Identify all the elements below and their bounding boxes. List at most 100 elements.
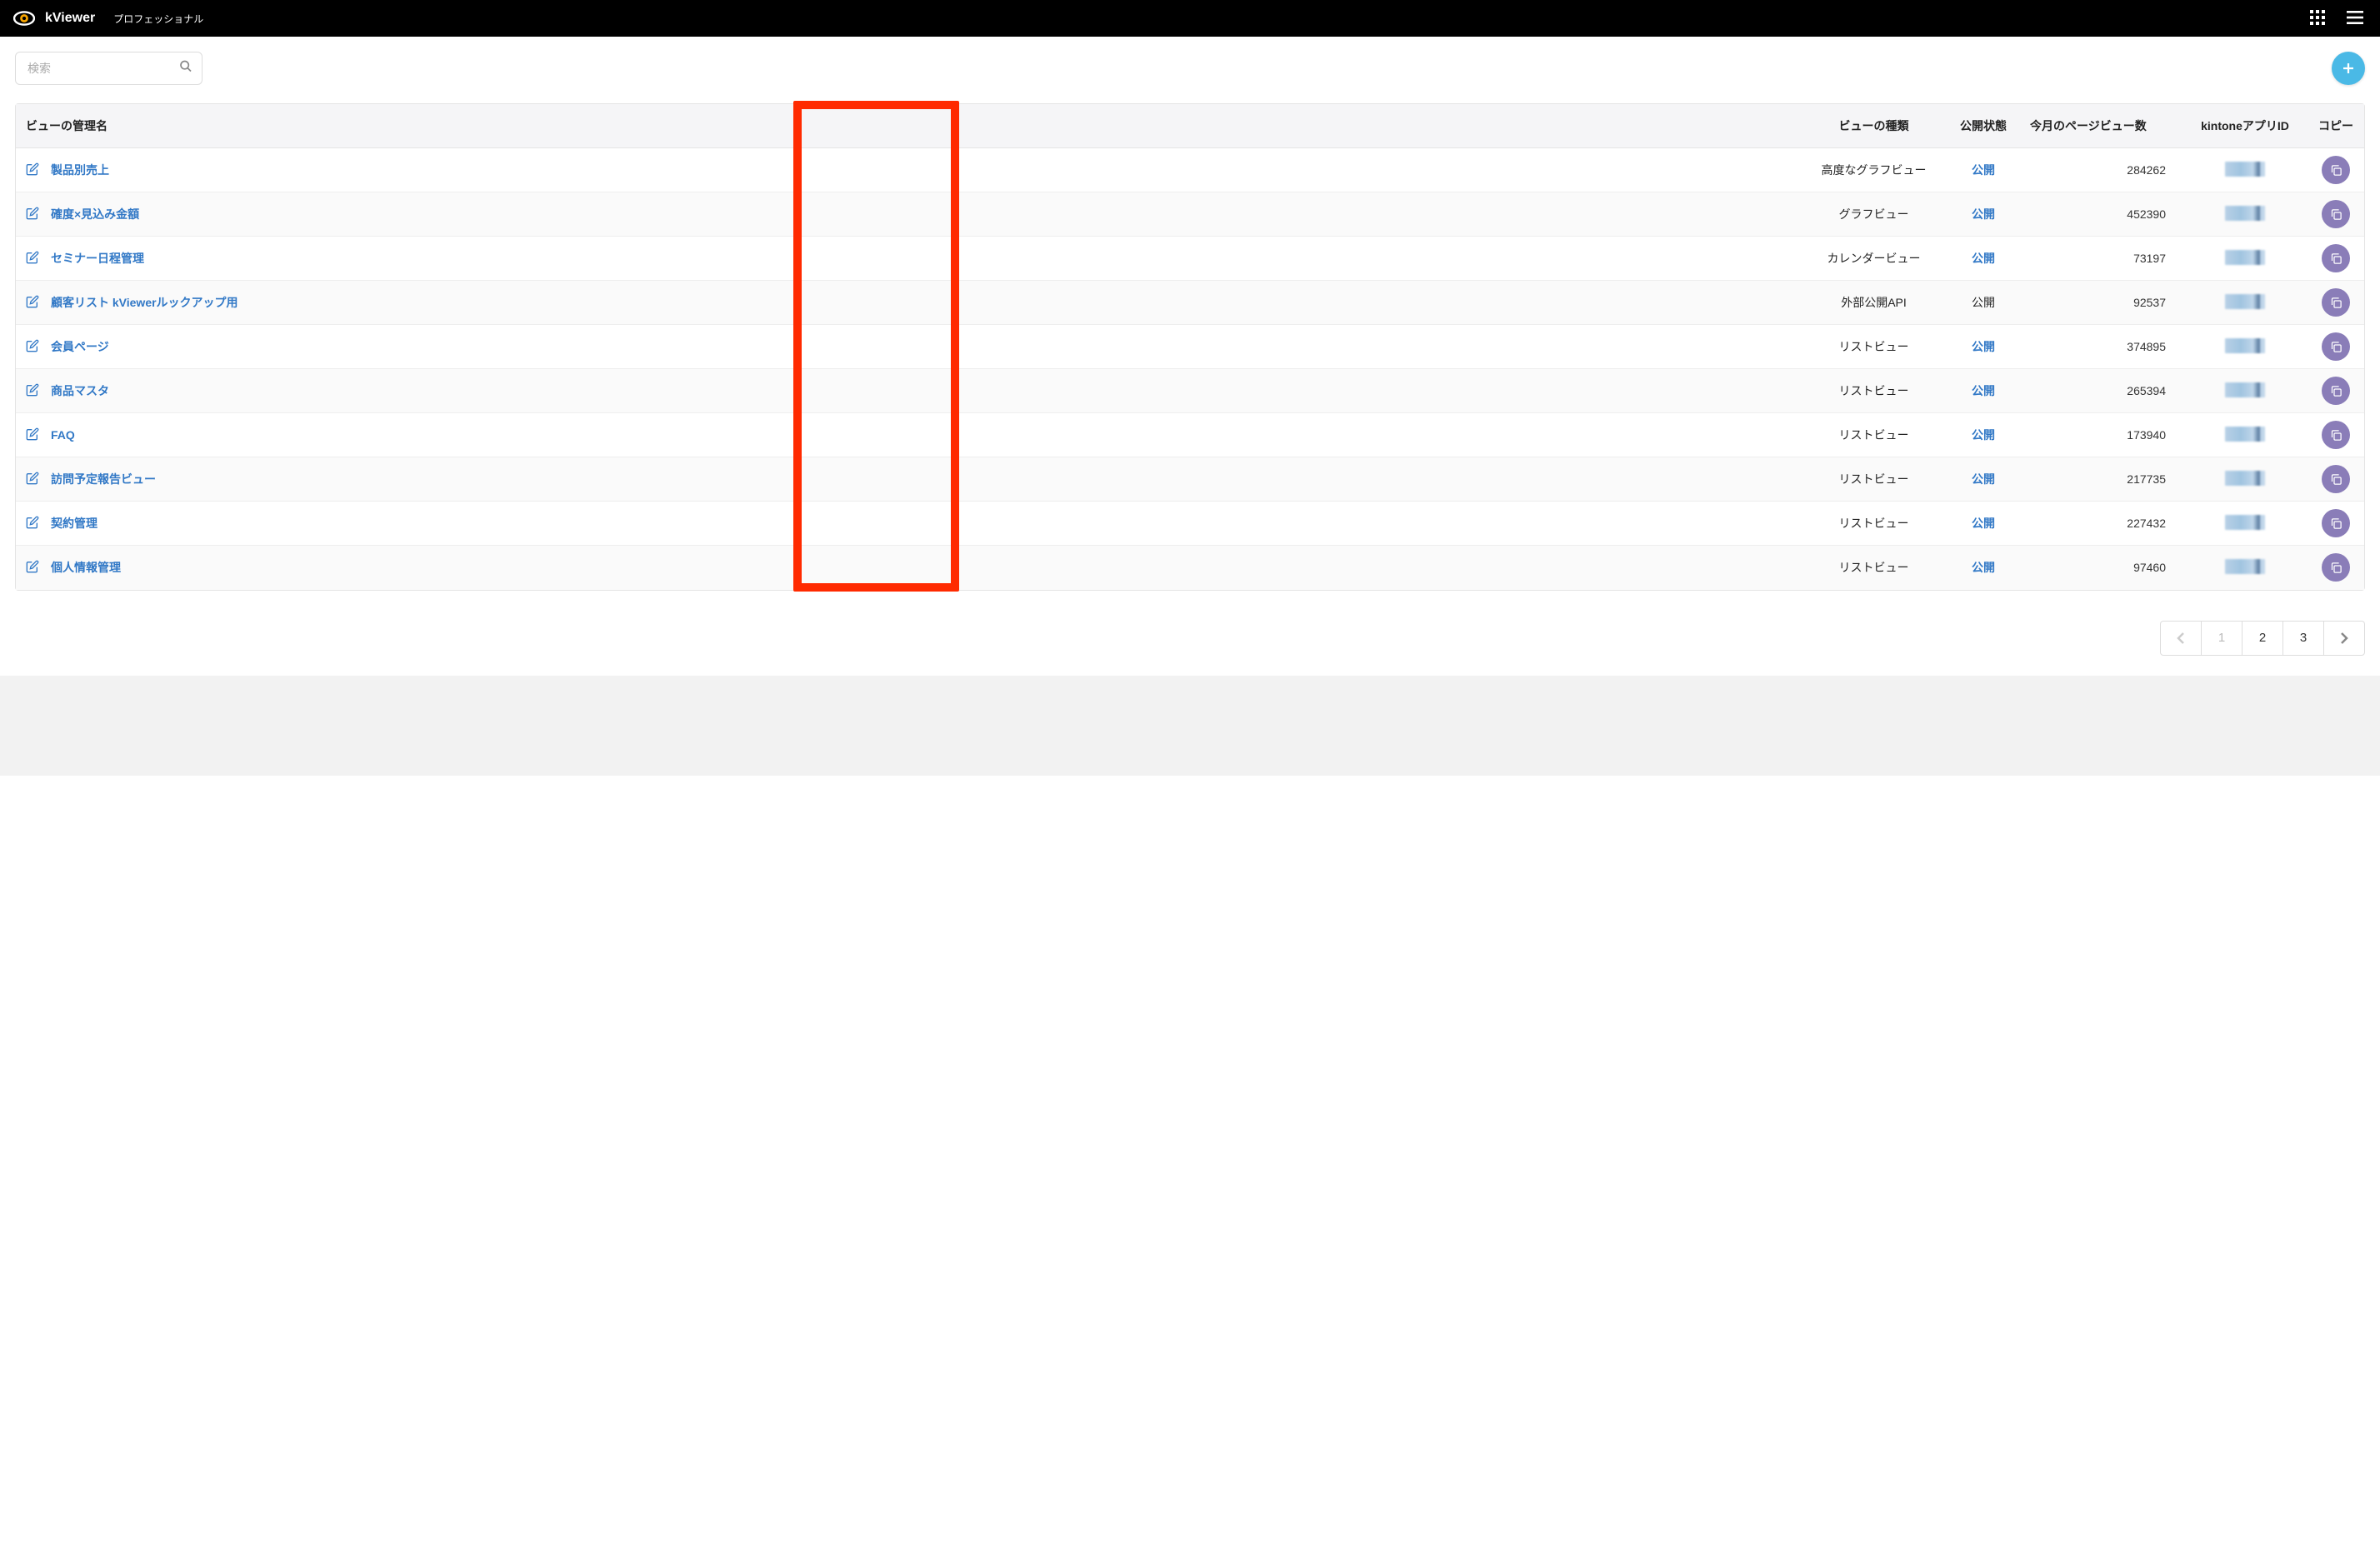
edit-icon[interactable] bbox=[26, 560, 39, 576]
publish-state-link[interactable]: 公開 bbox=[1972, 207, 1995, 221]
plan-label: プロフェッショナル bbox=[113, 12, 203, 26]
publish-state-link[interactable]: 公開 bbox=[1972, 517, 1995, 530]
publish-state-link[interactable]: 公開 bbox=[1972, 340, 1995, 353]
table-row: 顧客リスト kViewerルックアップ用 外部公開API 公開 92537 bbox=[16, 281, 2364, 325]
col-header-pageviews: 今月のページビュー数 bbox=[2020, 104, 2182, 148]
topbar: kViewer プロフェッショナル bbox=[0, 0, 2380, 37]
app-name: kViewer bbox=[45, 11, 95, 26]
search-field-wrap bbox=[15, 52, 202, 85]
pageview-count: 217735 bbox=[2020, 457, 2182, 502]
view-name-link[interactable]: セミナー日程管理 bbox=[51, 250, 144, 267]
logo-eye-icon bbox=[13, 7, 35, 29]
publish-state-link[interactable]: 公開 bbox=[1972, 384, 1995, 397]
publish-state-link[interactable]: 公開 bbox=[1972, 561, 1995, 574]
view-name-link[interactable]: 会員ページ bbox=[51, 338, 109, 355]
view-type: グラフビュー bbox=[1801, 192, 1947, 237]
edit-icon[interactable] bbox=[26, 339, 39, 355]
view-name-link[interactable]: 訪問予定報告ビュー bbox=[51, 471, 156, 487]
apps-grid-icon[interactable] bbox=[2307, 7, 2328, 31]
view-type: リストビュー bbox=[1801, 325, 1947, 369]
view-type: リストビュー bbox=[1801, 546, 1947, 590]
page-3[interactable]: 3 bbox=[2282, 621, 2324, 656]
appid-redacted bbox=[2225, 382, 2265, 397]
pageview-count: 173940 bbox=[2020, 413, 2182, 457]
appid-redacted bbox=[2225, 471, 2265, 486]
copy-button[interactable] bbox=[2322, 377, 2350, 405]
view-name-link[interactable]: 契約管理 bbox=[51, 515, 98, 532]
col-header-name: ビューの管理名 bbox=[16, 104, 1801, 148]
pagination: 123 bbox=[15, 621, 2365, 656]
view-name-link[interactable]: 顧客リスト kViewerルックアップ用 bbox=[51, 294, 238, 311]
search-icon bbox=[179, 60, 192, 77]
page-prev bbox=[2160, 621, 2202, 656]
edit-icon[interactable] bbox=[26, 251, 39, 267]
pageview-count: 92537 bbox=[2020, 281, 2182, 325]
publish-state-link[interactable]: 公開 bbox=[1972, 163, 1995, 177]
table-row: FAQ リストビュー 公開 173940 bbox=[16, 413, 2364, 457]
appid-redacted bbox=[2225, 515, 2265, 530]
appid-redacted bbox=[2225, 294, 2265, 309]
view-type: カレンダービュー bbox=[1801, 237, 1947, 281]
copy-button[interactable] bbox=[2322, 244, 2350, 272]
copy-button[interactable] bbox=[2322, 421, 2350, 449]
edit-icon[interactable] bbox=[26, 472, 39, 487]
appid-redacted bbox=[2225, 206, 2265, 221]
copy-button[interactable] bbox=[2322, 553, 2350, 582]
publish-state-text: 公開 bbox=[1972, 296, 1995, 309]
copy-button[interactable] bbox=[2322, 288, 2350, 317]
view-name-link[interactable]: 確度×見込み金額 bbox=[51, 206, 139, 222]
view-name-link[interactable]: FAQ bbox=[51, 428, 75, 442]
view-name-link[interactable]: 商品マスタ bbox=[51, 382, 109, 399]
page-2[interactable]: 2 bbox=[2242, 621, 2283, 656]
table-row: 商品マスタ リストビュー 公開 265394 bbox=[16, 369, 2364, 413]
pageview-count: 452390 bbox=[2020, 192, 2182, 237]
appid-redacted bbox=[2225, 427, 2265, 442]
view-type: リストビュー bbox=[1801, 369, 1947, 413]
publish-state-link[interactable]: 公開 bbox=[1972, 428, 1995, 442]
pageview-count: 73197 bbox=[2020, 237, 2182, 281]
appid-redacted bbox=[2225, 162, 2265, 177]
col-header-appid: kintoneアプリID bbox=[2182, 104, 2308, 148]
edit-icon[interactable] bbox=[26, 207, 39, 222]
table-row: 会員ページ リストビュー 公開 374895 bbox=[16, 325, 2364, 369]
pageview-count: 97460 bbox=[2020, 546, 2182, 590]
edit-icon[interactable] bbox=[26, 162, 39, 178]
table-row: 製品別売上高度なグラフビュー公開284262 bbox=[16, 148, 2364, 192]
edit-icon[interactable] bbox=[26, 516, 39, 532]
table-row: 訪問予定報告ビュー リストビュー 公開 217735 bbox=[16, 457, 2364, 502]
table-row: 契約管理 リストビュー 公開 227432 bbox=[16, 502, 2364, 546]
publish-state-link[interactable]: 公開 bbox=[1972, 252, 1995, 265]
table-row: セミナー日程管理 カレンダービュー 公開 73197 bbox=[16, 237, 2364, 281]
table-row: 確度×見込み金額 グラフビュー 公開 452390 bbox=[16, 192, 2364, 237]
toolbar bbox=[15, 52, 2365, 85]
hamburger-menu-icon[interactable] bbox=[2343, 7, 2367, 30]
appid-redacted bbox=[2225, 338, 2265, 353]
view-type: 外部公開API bbox=[1801, 281, 1947, 325]
copy-button[interactable] bbox=[2322, 200, 2350, 228]
pageview-count: 284262 bbox=[2020, 148, 2182, 192]
edit-icon[interactable] bbox=[26, 383, 39, 399]
edit-icon[interactable] bbox=[26, 295, 39, 311]
copy-button[interactable] bbox=[2322, 156, 2350, 184]
col-header-state: 公開状態 bbox=[1947, 104, 2020, 148]
add-view-button[interactable] bbox=[2332, 52, 2365, 85]
pageview-count: 374895 bbox=[2020, 325, 2182, 369]
copy-button[interactable] bbox=[2322, 332, 2350, 361]
search-input[interactable] bbox=[15, 52, 202, 85]
view-type: リストビュー bbox=[1801, 413, 1947, 457]
page-next[interactable] bbox=[2323, 621, 2365, 656]
pageview-count: 227432 bbox=[2020, 502, 2182, 546]
view-name-link[interactable]: 個人情報管理 bbox=[51, 559, 121, 576]
table-header-row: ビューの管理名 ビューの種類 公開状態 今月のページビュー数 kintoneアプ… bbox=[16, 104, 2364, 148]
view-type: リストビュー bbox=[1801, 457, 1947, 502]
pageview-count: 265394 bbox=[2020, 369, 2182, 413]
publish-state-link[interactable]: 公開 bbox=[1972, 472, 1995, 486]
view-name-link[interactable]: 製品別売上 bbox=[51, 162, 109, 178]
edit-icon[interactable] bbox=[26, 427, 39, 443]
topbar-left: kViewer プロフェッショナル bbox=[13, 7, 203, 29]
view-type: リストビュー bbox=[1801, 502, 1947, 546]
copy-button[interactable] bbox=[2322, 509, 2350, 537]
appid-redacted bbox=[2225, 559, 2265, 574]
page-1: 1 bbox=[2201, 621, 2242, 656]
copy-button[interactable] bbox=[2322, 465, 2350, 493]
